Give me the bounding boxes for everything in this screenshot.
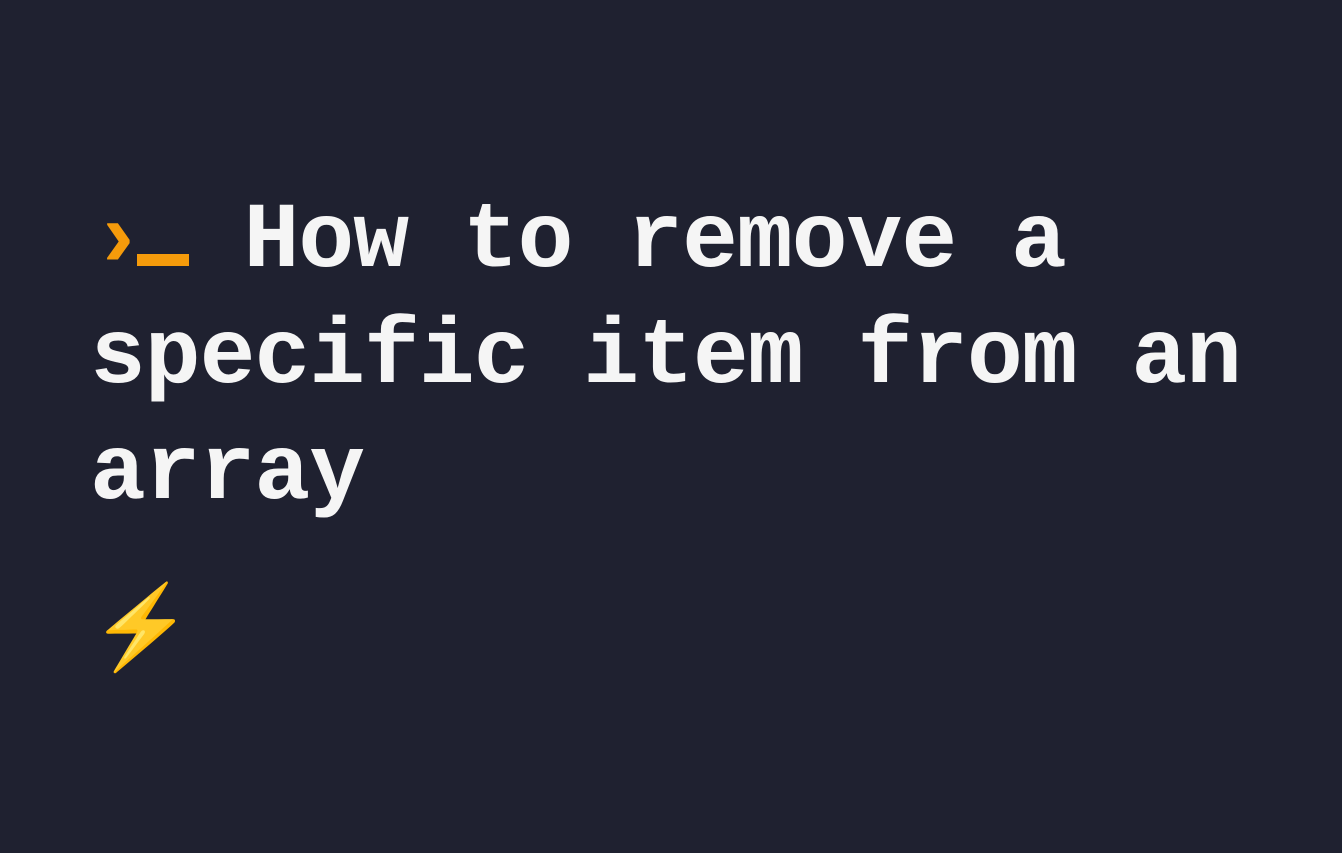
slide-title-text: How to remove a specific item from an ar… — [90, 189, 1241, 527]
prompt-underscore-icon — [137, 210, 189, 266]
lightning-icon: ⚡ — [90, 587, 1292, 669]
slide-content: › How to remove a specific item from an … — [90, 184, 1292, 670]
slide-title-block: › How to remove a specific item from an … — [90, 184, 1292, 533]
